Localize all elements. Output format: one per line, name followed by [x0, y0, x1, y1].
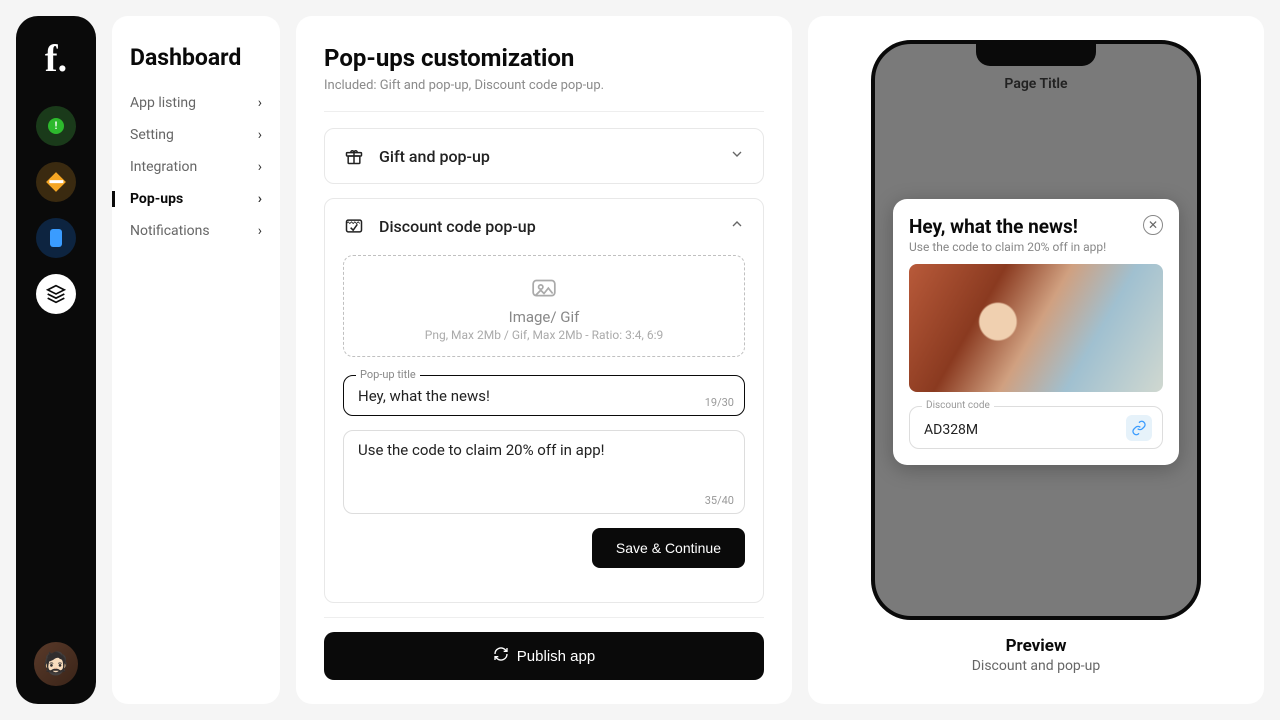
- popup-title: Hey, what the news!: [909, 215, 1078, 238]
- page-subtitle: Included: Gift and pop-up, Discount code…: [324, 78, 764, 93]
- discount-icon: [343, 215, 365, 237]
- sidebar-item-setting[interactable]: Setting ›: [112, 119, 280, 151]
- rail-theme-icon[interactable]: [36, 162, 76, 202]
- page-title: Pop-ups customization: [324, 44, 764, 72]
- chevron-right-icon: ›: [258, 95, 262, 111]
- user-avatar[interactable]: 🧔🏻: [34, 642, 78, 686]
- gift-icon: [343, 145, 365, 167]
- main-panel: Pop-ups customization Included: Gift and…: [296, 16, 792, 704]
- chevron-right-icon: ›: [258, 191, 262, 207]
- popup-image: [909, 264, 1163, 392]
- popup-desc-field: 35/40: [343, 430, 745, 514]
- app-rail: f. ! 🧔🏻: [16, 16, 96, 704]
- image-icon: [531, 283, 557, 302]
- discount-value: AD328M: [924, 422, 978, 438]
- accordion-gift-title: Gift and pop-up: [379, 147, 715, 166]
- accordion-discount-body: Image/ Gif Png, Max 2Mb / Gif, Max 2Mb -…: [343, 255, 745, 568]
- popup-title-input[interactable]: [358, 387, 730, 405]
- accordion-discount-header[interactable]: Discount code pop-up: [343, 215, 745, 237]
- phone-notch: [976, 44, 1096, 66]
- discount-label: Discount code: [922, 400, 994, 411]
- sidebar-item-label: App listing: [130, 95, 196, 111]
- accordion-discount: Discount code pop-up Image/ Gif Png, Max…: [324, 198, 764, 603]
- preview-panel: Page Title Hey, what the news! ✕ Use the…: [808, 16, 1264, 704]
- sidebar-nav: App listing › Setting › Integration › Po…: [112, 87, 280, 247]
- popup-card: Hey, what the news! ✕ Use the code to cl…: [893, 199, 1179, 465]
- popup-title-field: Pop-up title 19/30: [343, 375, 745, 416]
- field-label: Pop-up title: [356, 368, 420, 381]
- sidebar-item-label: Integration: [130, 159, 197, 175]
- sidebar-item-integration[interactable]: Integration ›: [112, 151, 280, 183]
- phone-preview: Page Title Hey, what the news! ✕ Use the…: [871, 40, 1201, 620]
- rail-nav: !: [36, 106, 76, 314]
- sidebar-item-notifications[interactable]: Notifications ›: [112, 215, 280, 247]
- chevron-right-icon: ›: [258, 159, 262, 175]
- close-icon[interactable]: ✕: [1143, 215, 1163, 235]
- accordion-discount-title: Discount code pop-up: [379, 217, 715, 236]
- refresh-icon: [493, 646, 509, 666]
- form-actions: Save & Continue: [343, 528, 745, 568]
- popup-desc-input[interactable]: [358, 441, 730, 499]
- upload-hint: Png, Max 2Mb / Gif, Max 2Mb - Ratio: 3:4…: [354, 328, 734, 342]
- chevron-right-icon: ›: [258, 127, 262, 143]
- chevron-right-icon: ›: [258, 223, 262, 239]
- rail-status-icon[interactable]: !: [36, 106, 76, 146]
- sidebar-title: Dashboard: [112, 44, 280, 87]
- sidebar-item-label: Notifications: [130, 223, 210, 239]
- popup-subtitle: Use the code to claim 20% off in app!: [909, 240, 1163, 254]
- sidebar: Dashboard App listing › Setting › Integr…: [112, 16, 280, 704]
- sidebar-item-label: Setting: [130, 127, 174, 143]
- upload-zone[interactable]: Image/ Gif Png, Max 2Mb / Gif, Max 2Mb -…: [343, 255, 745, 357]
- char-counter: 35/40: [705, 494, 734, 507]
- divider: [324, 111, 764, 112]
- publish-label: Publish app: [517, 648, 595, 665]
- publish-button[interactable]: Publish app: [324, 632, 764, 680]
- upload-title: Image/ Gif: [354, 308, 734, 326]
- chevron-down-icon: [729, 146, 745, 166]
- rail-layers-icon[interactable]: [36, 274, 76, 314]
- sidebar-item-app-listing[interactable]: App listing ›: [112, 87, 280, 119]
- discount-code-field: Discount code AD328M: [909, 406, 1163, 449]
- logo: f.: [45, 40, 67, 78]
- chevron-up-icon: [729, 216, 745, 236]
- char-counter: 19/30: [705, 396, 734, 409]
- rail-phone-icon[interactable]: [36, 218, 76, 258]
- preview-label: Preview: [1006, 636, 1067, 656]
- accordion-gift-header[interactable]: Gift and pop-up: [343, 145, 745, 167]
- sidebar-item-popups[interactable]: Pop-ups ›: [112, 183, 280, 215]
- preview-sub: Discount and pop-up: [972, 658, 1101, 674]
- copy-icon[interactable]: [1126, 415, 1152, 441]
- divider: [324, 617, 764, 618]
- save-button[interactable]: Save & Continue: [592, 528, 745, 568]
- accordion-gift: Gift and pop-up: [324, 128, 764, 184]
- sidebar-item-label: Pop-ups: [130, 191, 183, 207]
